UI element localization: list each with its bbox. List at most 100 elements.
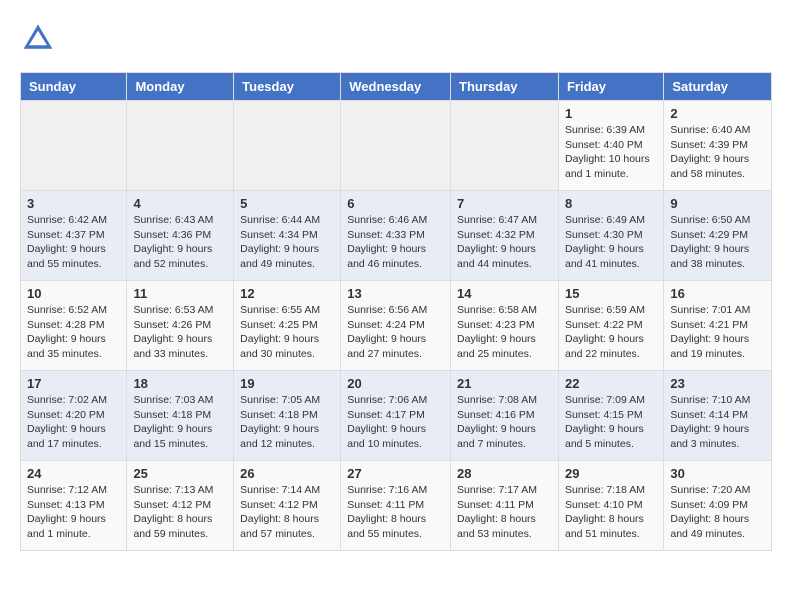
calendar-table: SundayMondayTuesdayWednesdayThursdayFrid…: [20, 72, 772, 551]
logo: [20, 20, 60, 56]
calendar-cell: 11 Sunrise: 6:53 AM Sunset: 4:26 PM Dayli…: [127, 281, 234, 371]
calendar-cell: 24 Sunrise: 7:12 AM Sunset: 4:13 PM Dayli…: [21, 461, 127, 551]
calendar-cell: 10 Sunrise: 6:52 AM Sunset: 4:28 PM Dayli…: [21, 281, 127, 371]
day-number: 20: [347, 376, 444, 391]
day-number: 4: [133, 196, 227, 211]
calendar-week-row: 24 Sunrise: 7:12 AM Sunset: 4:13 PM Dayli…: [21, 461, 772, 551]
day-number: 17: [27, 376, 120, 391]
day-info: Sunrise: 6:55 AM Sunset: 4:25 PM Dayligh…: [240, 303, 334, 362]
day-number: 30: [670, 466, 765, 481]
calendar-cell: 20 Sunrise: 7:06 AM Sunset: 4:17 PM Dayli…: [341, 371, 451, 461]
calendar-cell: 13 Sunrise: 6:56 AM Sunset: 4:24 PM Dayli…: [341, 281, 451, 371]
calendar-cell: 28 Sunrise: 7:17 AM Sunset: 4:11 PM Dayli…: [451, 461, 559, 551]
weekday-header-monday: Monday: [127, 73, 234, 101]
calendar-cell: 27 Sunrise: 7:16 AM Sunset: 4:11 PM Dayli…: [341, 461, 451, 551]
calendar-cell: 3 Sunrise: 6:42 AM Sunset: 4:37 PM Daylig…: [21, 191, 127, 281]
day-number: 29: [565, 466, 657, 481]
day-number: 10: [27, 286, 120, 301]
day-info: Sunrise: 7:08 AM Sunset: 4:16 PM Dayligh…: [457, 393, 552, 452]
calendar-cell: [234, 101, 341, 191]
calendar-week-row: 10 Sunrise: 6:52 AM Sunset: 4:28 PM Dayli…: [21, 281, 772, 371]
day-number: 25: [133, 466, 227, 481]
day-info: Sunrise: 6:44 AM Sunset: 4:34 PM Dayligh…: [240, 213, 334, 272]
day-info: Sunrise: 6:56 AM Sunset: 4:24 PM Dayligh…: [347, 303, 444, 362]
day-number: 15: [565, 286, 657, 301]
day-info: Sunrise: 7:12 AM Sunset: 4:13 PM Dayligh…: [27, 483, 120, 542]
day-number: 13: [347, 286, 444, 301]
calendar-cell: [451, 101, 559, 191]
logo-icon: [20, 20, 56, 56]
day-info: Sunrise: 7:06 AM Sunset: 4:17 PM Dayligh…: [347, 393, 444, 452]
calendar-cell: 23 Sunrise: 7:10 AM Sunset: 4:14 PM Dayli…: [664, 371, 772, 461]
day-number: 7: [457, 196, 552, 211]
day-number: 12: [240, 286, 334, 301]
day-info: Sunrise: 6:42 AM Sunset: 4:37 PM Dayligh…: [27, 213, 120, 272]
calendar-cell: 15 Sunrise: 6:59 AM Sunset: 4:22 PM Dayli…: [558, 281, 663, 371]
day-info: Sunrise: 7:03 AM Sunset: 4:18 PM Dayligh…: [133, 393, 227, 452]
calendar-cell: 7Sunrise: 6:47 AM Sunset: 4:32 PM Daylig…: [451, 191, 559, 281]
day-info: Sunrise: 7:13 AM Sunset: 4:12 PM Dayligh…: [133, 483, 227, 542]
day-info: Sunrise: 6:40 AM Sunset: 4:39 PM Dayligh…: [670, 123, 765, 182]
weekday-header-row: SundayMondayTuesdayWednesdayThursdayFrid…: [21, 73, 772, 101]
day-number: 1: [565, 106, 657, 121]
day-number: 16: [670, 286, 765, 301]
weekday-header-wednesday: Wednesday: [341, 73, 451, 101]
day-number: 19: [240, 376, 334, 391]
day-info: Sunrise: 7:09 AM Sunset: 4:15 PM Dayligh…: [565, 393, 657, 452]
weekday-header-tuesday: Tuesday: [234, 73, 341, 101]
weekday-header-friday: Friday: [558, 73, 663, 101]
day-number: 26: [240, 466, 334, 481]
day-number: 23: [670, 376, 765, 391]
day-info: Sunrise: 7:01 AM Sunset: 4:21 PM Dayligh…: [670, 303, 765, 362]
day-number: 9: [670, 196, 765, 211]
day-info: Sunrise: 6:52 AM Sunset: 4:28 PM Dayligh…: [27, 303, 120, 362]
calendar-cell: 9Sunrise: 6:50 AM Sunset: 4:29 PM Daylig…: [664, 191, 772, 281]
calendar-cell: 25 Sunrise: 7:13 AM Sunset: 4:12 PM Dayli…: [127, 461, 234, 551]
day-number: 27: [347, 466, 444, 481]
calendar-cell: 30 Sunrise: 7:20 AM Sunset: 4:09 PM Dayli…: [664, 461, 772, 551]
day-info: Sunrise: 7:02 AM Sunset: 4:20 PM Dayligh…: [27, 393, 120, 452]
calendar-cell: 22 Sunrise: 7:09 AM Sunset: 4:15 PM Dayli…: [558, 371, 663, 461]
calendar-week-row: 1Sunrise: 6:39 AM Sunset: 4:40 PM Daylig…: [21, 101, 772, 191]
calendar-cell: 4 Sunrise: 6:43 AM Sunset: 4:36 PM Daylig…: [127, 191, 234, 281]
calendar-cell: 21 Sunrise: 7:08 AM Sunset: 4:16 PM Dayli…: [451, 371, 559, 461]
day-info: Sunrise: 7:20 AM Sunset: 4:09 PM Dayligh…: [670, 483, 765, 542]
day-info: Sunrise: 7:16 AM Sunset: 4:11 PM Dayligh…: [347, 483, 444, 542]
calendar-cell: 6 Sunrise: 6:46 AM Sunset: 4:33 PM Daylig…: [341, 191, 451, 281]
day-number: 28: [457, 466, 552, 481]
day-info: Sunrise: 7:05 AM Sunset: 4:18 PM Dayligh…: [240, 393, 334, 452]
day-info: Sunrise: 7:18 AM Sunset: 4:10 PM Dayligh…: [565, 483, 657, 542]
calendar-cell: 19 Sunrise: 7:05 AM Sunset: 4:18 PM Dayli…: [234, 371, 341, 461]
calendar-cell: 16 Sunrise: 7:01 AM Sunset: 4:21 PM Dayli…: [664, 281, 772, 371]
day-number: 3: [27, 196, 120, 211]
calendar-cell: 1Sunrise: 6:39 AM Sunset: 4:40 PM Daylig…: [558, 101, 663, 191]
calendar-cell: 26Sunrise: 7:14 AM Sunset: 4:12 PM Dayli…: [234, 461, 341, 551]
calendar-cell: 29 Sunrise: 7:18 AM Sunset: 4:10 PM Dayli…: [558, 461, 663, 551]
day-info: Sunrise: 6:43 AM Sunset: 4:36 PM Dayligh…: [133, 213, 227, 272]
calendar-cell: 2Sunrise: 6:40 AM Sunset: 4:39 PM Daylig…: [664, 101, 772, 191]
calendar-cell: [21, 101, 127, 191]
calendar-cell: 14Sunrise: 6:58 AM Sunset: 4:23 PM Dayli…: [451, 281, 559, 371]
day-number: 21: [457, 376, 552, 391]
calendar-cell: 5Sunrise: 6:44 AM Sunset: 4:34 PM Daylig…: [234, 191, 341, 281]
day-number: 6: [347, 196, 444, 211]
day-info: Sunrise: 6:59 AM Sunset: 4:22 PM Dayligh…: [565, 303, 657, 362]
calendar-cell: 8 Sunrise: 6:49 AM Sunset: 4:30 PM Daylig…: [558, 191, 663, 281]
day-number: 11: [133, 286, 227, 301]
calendar-cell: [127, 101, 234, 191]
day-info: Sunrise: 6:53 AM Sunset: 4:26 PM Dayligh…: [133, 303, 227, 362]
page-header: [20, 20, 772, 56]
calendar-cell: [341, 101, 451, 191]
weekday-header-thursday: Thursday: [451, 73, 559, 101]
day-number: 8: [565, 196, 657, 211]
weekday-header-sunday: Sunday: [21, 73, 127, 101]
day-number: 18: [133, 376, 227, 391]
day-info: Sunrise: 7:10 AM Sunset: 4:14 PM Dayligh…: [670, 393, 765, 452]
calendar-cell: 17 Sunrise: 7:02 AM Sunset: 4:20 PM Dayli…: [21, 371, 127, 461]
day-number: 24: [27, 466, 120, 481]
day-info: Sunrise: 6:46 AM Sunset: 4:33 PM Dayligh…: [347, 213, 444, 272]
day-number: 22: [565, 376, 657, 391]
day-info: Sunrise: 6:49 AM Sunset: 4:30 PM Dayligh…: [565, 213, 657, 272]
calendar-week-row: 17 Sunrise: 7:02 AM Sunset: 4:20 PM Dayli…: [21, 371, 772, 461]
day-info: Sunrise: 7:17 AM Sunset: 4:11 PM Dayligh…: [457, 483, 552, 542]
